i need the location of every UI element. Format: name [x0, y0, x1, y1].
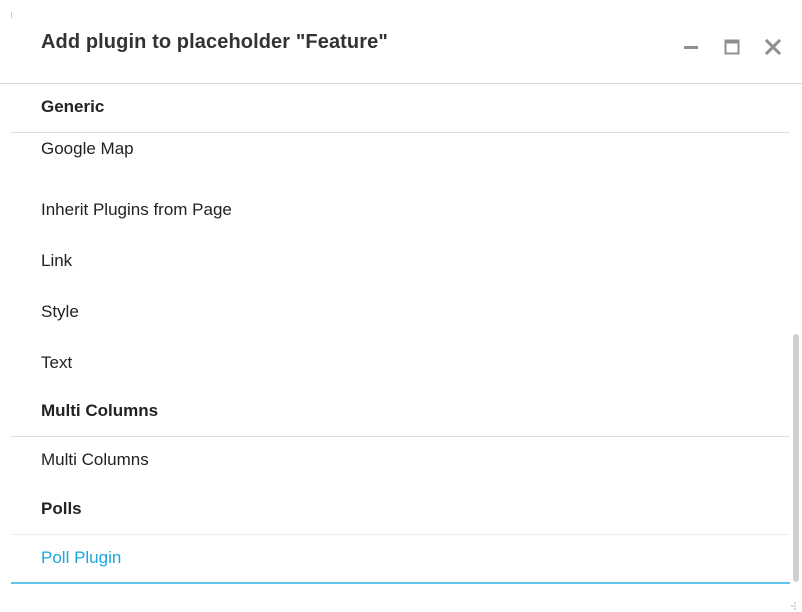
scrollbar[interactable] — [791, 84, 802, 584]
maximize-icon — [724, 39, 740, 55]
close-icon — [765, 39, 781, 55]
group-header-polls: Polls — [11, 486, 790, 535]
maximize-button[interactable] — [721, 36, 743, 58]
group-header-multi-columns: Multi Columns — [11, 388, 790, 437]
scrollbar-thumb[interactable] — [793, 334, 799, 582]
resize-dots-icon — [791, 602, 796, 610]
group-header-generic: Generic — [11, 84, 790, 133]
resize-grip-icon[interactable] — [787, 597, 797, 610]
dialog-title: Add plugin to placeholder "Feature" — [41, 31, 388, 53]
plugin-list: Generic Google Map Inherit Plugins from … — [11, 84, 790, 584]
close-button[interactable] — [762, 36, 784, 58]
minimize-button[interactable] — [680, 36, 702, 58]
plugin-item-google-map[interactable]: Google Map — [11, 133, 790, 184]
window-controls — [661, 36, 784, 58]
plugin-item-text[interactable]: Text — [11, 337, 790, 388]
dialog-body: Generic Google Map Inherit Plugins from … — [0, 84, 802, 584]
plugin-item-multi-columns[interactable]: Multi Columns — [11, 437, 790, 486]
plugin-item-style[interactable]: Style — [11, 286, 790, 337]
list-bottom-border — [11, 582, 790, 584]
dialog-header: Add plugin to placeholder "Feature" — [0, 0, 802, 84]
add-plugin-dialog: Add plugin to placeholder "Feature" Gene… — [0, 0, 802, 612]
plugin-item-inherit-plugins[interactable]: Inherit Plugins from Page — [11, 184, 790, 235]
minimize-icon — [684, 46, 698, 49]
plugin-item-link[interactable]: Link — [11, 235, 790, 286]
plugin-item-poll-plugin[interactable]: Poll Plugin — [11, 535, 790, 582]
